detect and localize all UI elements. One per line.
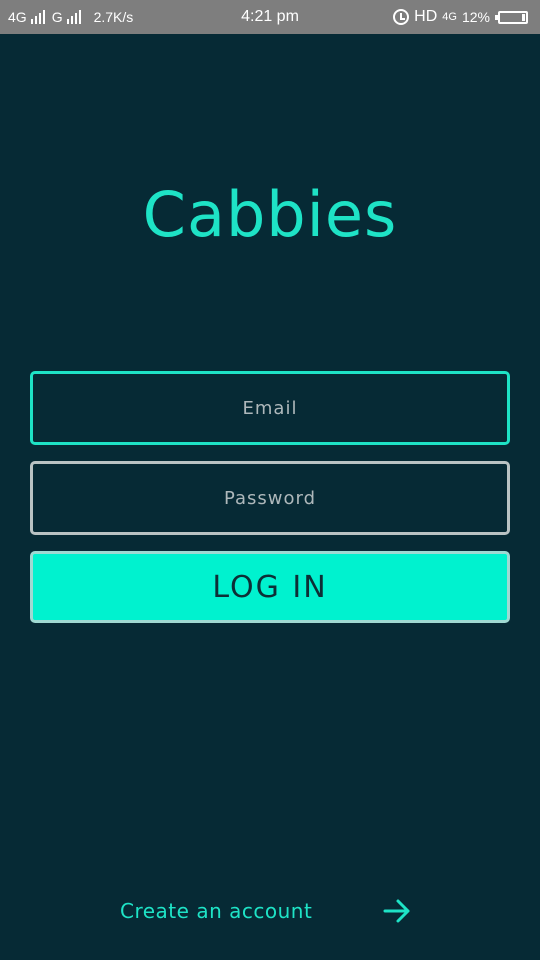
password-field[interactable] xyxy=(30,461,510,535)
network-type-3: 4G xyxy=(442,11,457,23)
email-field[interactable] xyxy=(30,371,510,445)
create-account-link[interactable]: Create an account xyxy=(120,893,412,929)
battery-percent: 12% xyxy=(461,9,490,25)
battery-level xyxy=(522,13,525,21)
battery-icon xyxy=(495,10,528,24)
alarm-icon xyxy=(393,9,410,25)
status-bar: 4G G 2.7K/s 4:21 pm HD 4G 12% xyxy=(0,0,540,34)
arrow-right-icon xyxy=(383,899,410,923)
app-title: Cabbies xyxy=(142,178,398,251)
hd-indicator: HD xyxy=(414,8,438,25)
create-account-label: Create an account xyxy=(120,899,313,923)
status-bar-right: HD 4G 12% xyxy=(393,0,528,34)
login-button[interactable]: LOG IN xyxy=(30,551,510,623)
